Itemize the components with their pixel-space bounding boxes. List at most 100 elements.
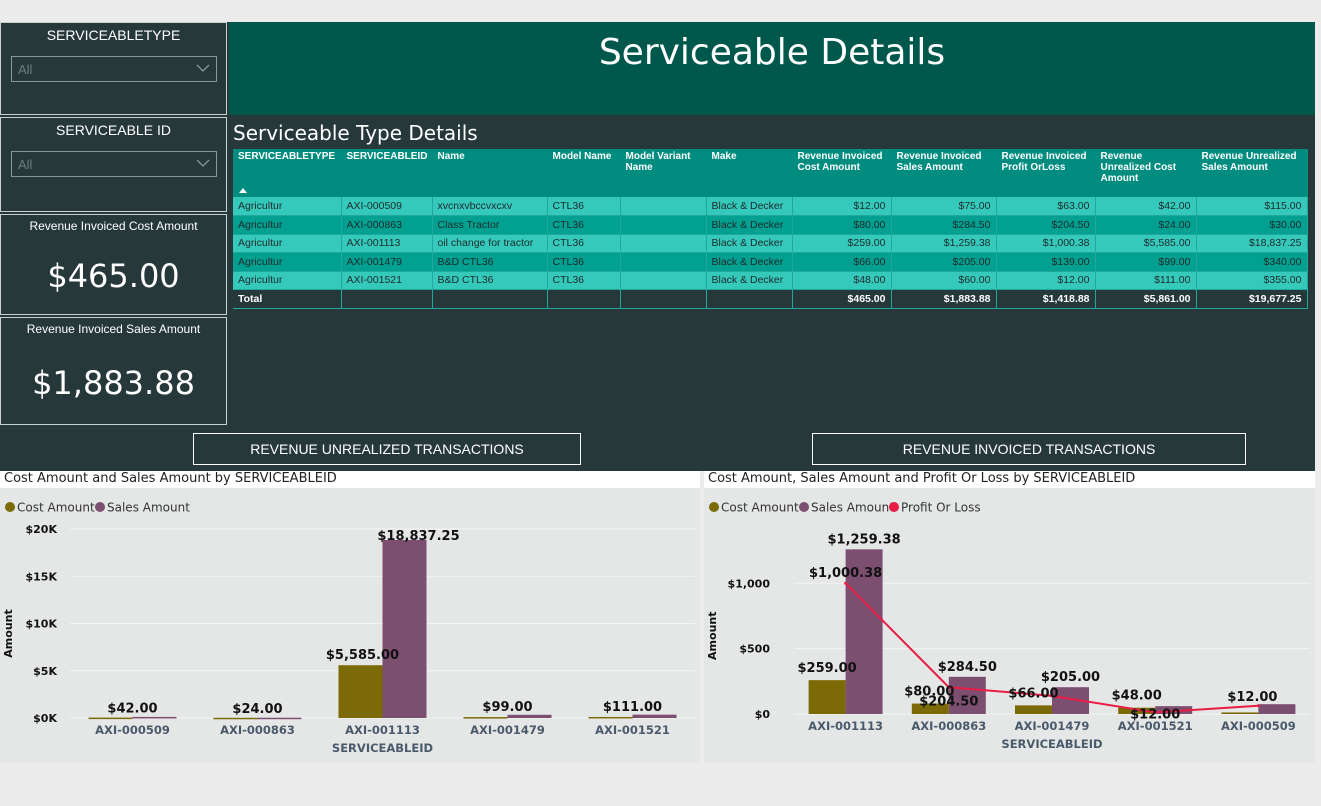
total-cell (341, 289, 433, 309)
card-cost-amount: Revenue Invoiced Cost Amount $465.00 (0, 214, 227, 315)
table-row[interactable]: Agricultur AXI-000863 Class Tractor CTL36 Bl… (233, 215, 1308, 235)
card-sales-amount: Revenue Invoiced Sales Amount $1,883.88 (0, 317, 227, 425)
line-point[interactable] (844, 581, 848, 585)
data-label: $99.00 (482, 700, 532, 715)
bar-cost[interactable] (463, 717, 508, 719)
column-header[interactable]: Revenue Unrealized Cost Amount (1095, 149, 1197, 197)
dropdown-value: All (18, 62, 33, 77)
data-label: $259.00 (797, 661, 856, 676)
table-cell: $18,837.25 (1196, 234, 1308, 253)
total-cell: $465.00 (792, 289, 892, 309)
column-header[interactable]: SERVICEABLEID (341, 149, 433, 197)
table-cell: $66.00 (792, 252, 892, 272)
table-title: Serviceable Type Details (233, 121, 478, 145)
column-header[interactable]: Revenue Invoiced Profit OrLoss (996, 149, 1096, 197)
legend-marker (95, 502, 105, 512)
table-cell: Black & Decker (706, 252, 793, 272)
table-cell: $80.00 (792, 215, 892, 235)
bar-cost[interactable] (808, 680, 846, 714)
bar-sales[interactable] (507, 714, 552, 718)
chart-unrealized: Cost Amount and Sales Amount by SERVICEA… (0, 471, 700, 763)
table-row[interactable]: Agricultur AXI-001113 oil change for tract… (233, 234, 1308, 253)
data-label: $111.00 (603, 700, 662, 715)
table-cell: Agricultur (233, 215, 342, 235)
table-cell: $5,585.00 (1095, 234, 1197, 253)
bar-sales[interactable] (382, 539, 427, 718)
revenue-unrealized-transactions-button[interactable]: REVENUE UNREALIZED TRANSACTIONS (193, 433, 581, 465)
bar-cost[interactable] (338, 665, 383, 718)
chevron-down-icon (196, 64, 210, 72)
bar-cost[interactable] (1221, 712, 1259, 714)
table-cell (620, 234, 707, 253)
bar-sales[interactable] (132, 716, 177, 719)
data-label: $1,259.38 (827, 532, 900, 547)
table-cell: AXI-001479 (341, 252, 433, 272)
data-label: $205.00 (1041, 670, 1100, 685)
serviceabletype-dropdown[interactable]: All (11, 56, 217, 82)
y-tick-label: $0 (755, 708, 771, 721)
slicer-serviceabletype: SERVICEABLETYPE All (0, 22, 227, 115)
dropdown-value: All (18, 157, 33, 172)
column-header[interactable]: SERVICEABLETYPE (233, 149, 342, 197)
table-cell: $139.00 (996, 252, 1096, 272)
table-cell: $115.00 (1196, 197, 1308, 216)
column-header[interactable]: Make (706, 149, 793, 197)
table-cell: Black & Decker (706, 271, 793, 290)
data-label: $12.00 (1130, 707, 1180, 722)
total-cell: $1,883.88 (891, 289, 997, 309)
data-label: $5,585.00 (326, 648, 399, 663)
card-value: $465.00 (47, 257, 180, 295)
table-cell: $12.00 (792, 197, 892, 216)
data-label: $12.00 (1227, 690, 1277, 705)
chart-invoiced: Cost Amount, Sales Amount and Profit Or … (704, 471, 1315, 763)
revenue-invoiced-transactions-button[interactable]: REVENUE INVOICED TRANSACTIONS (812, 433, 1246, 465)
bar-cost[interactable] (1015, 705, 1052, 714)
total-cell (620, 289, 707, 309)
table-cell: $284.50 (891, 215, 997, 235)
bar-cost[interactable] (213, 717, 258, 720)
table-cell: $30.00 (1196, 215, 1308, 235)
column-header[interactable]: Revenue Invoiced Cost Amount (792, 149, 892, 197)
table-cell: Agricultur (233, 252, 342, 272)
table-cell: Black & Decker (706, 197, 793, 216)
bar-sales[interactable] (1258, 704, 1296, 714)
legend-label: Sales Amount (811, 501, 894, 515)
bar-sales[interactable] (632, 714, 677, 718)
table-row[interactable]: Agricultur AXI-001479 B&D CTL36 CTL36 Black … (233, 252, 1308, 272)
bar-sales[interactable] (257, 717, 302, 720)
column-header[interactable]: Name (432, 149, 548, 197)
column-header[interactable]: Revenue Unrealized Sales Amount (1196, 149, 1308, 197)
x-axis-title: SERVICEABLEID (1001, 737, 1102, 751)
sort-ascending-icon[interactable] (239, 188, 247, 193)
table-cell: AXI-000509 (341, 197, 433, 216)
data-label: $24.00 (232, 702, 282, 717)
y-tick-label: $1,000 (728, 577, 771, 590)
card-label: Revenue Invoiced Cost Amount (29, 219, 198, 233)
table-cell: $99.00 (1095, 252, 1197, 272)
table-cell: $1,259.38 (891, 234, 997, 253)
total-cell: Total (233, 289, 342, 309)
bar-cost[interactable] (88, 717, 133, 720)
slicer-title: SERVICEABLE ID (56, 122, 171, 138)
legend-label: Cost Amount (17, 501, 95, 515)
page-title: Serviceable Details (598, 32, 946, 73)
bar-cost[interactable] (588, 716, 633, 719)
column-header[interactable]: Revenue Invoiced Sales Amount (891, 149, 997, 197)
table-cell (620, 252, 707, 272)
serviceable-id-dropdown[interactable]: All (11, 151, 217, 177)
table-cell: $1,000.38 (996, 234, 1096, 253)
table-header-row: SERVICEABLETYPE SERVICEABLEID Name Model… (233, 149, 1308, 197)
y-tick-label: $500 (739, 643, 770, 656)
table-row[interactable]: Agricultur AXI-001521 B&D CTL36 CTL36 Black … (233, 271, 1308, 290)
column-header[interactable]: Model Variant Name (620, 149, 707, 197)
y-tick-label: $0K (33, 712, 57, 725)
x-tick-label: AXI-001113 (808, 719, 883, 733)
table-row[interactable]: Agricultur AXI-000509 xvcnxvbccvxcxv CTL36 B… (233, 197, 1308, 216)
table-cell: AXI-001521 (341, 271, 433, 290)
page-header: Serviceable Details (229, 22, 1315, 115)
y-tick-label: $15K (26, 570, 58, 583)
legend-label: Profit Or Loss (901, 501, 981, 515)
total-cell: $19,677.25 (1196, 289, 1308, 309)
slicer-serviceable-id: SERVICEABLE ID All (0, 117, 227, 212)
column-header[interactable]: Model Name (547, 149, 621, 197)
